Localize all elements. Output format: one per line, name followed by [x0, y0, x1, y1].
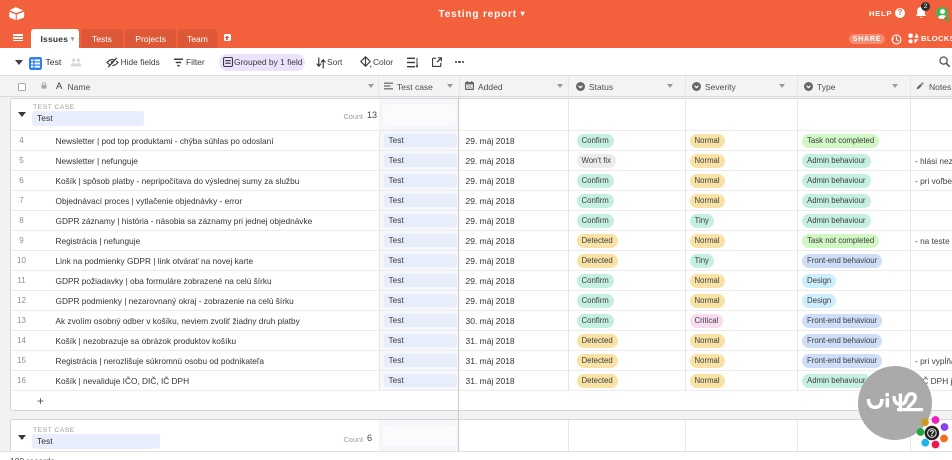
svg-text:31: 31 — [467, 84, 473, 89]
svg-text:?: ? — [929, 429, 934, 438]
